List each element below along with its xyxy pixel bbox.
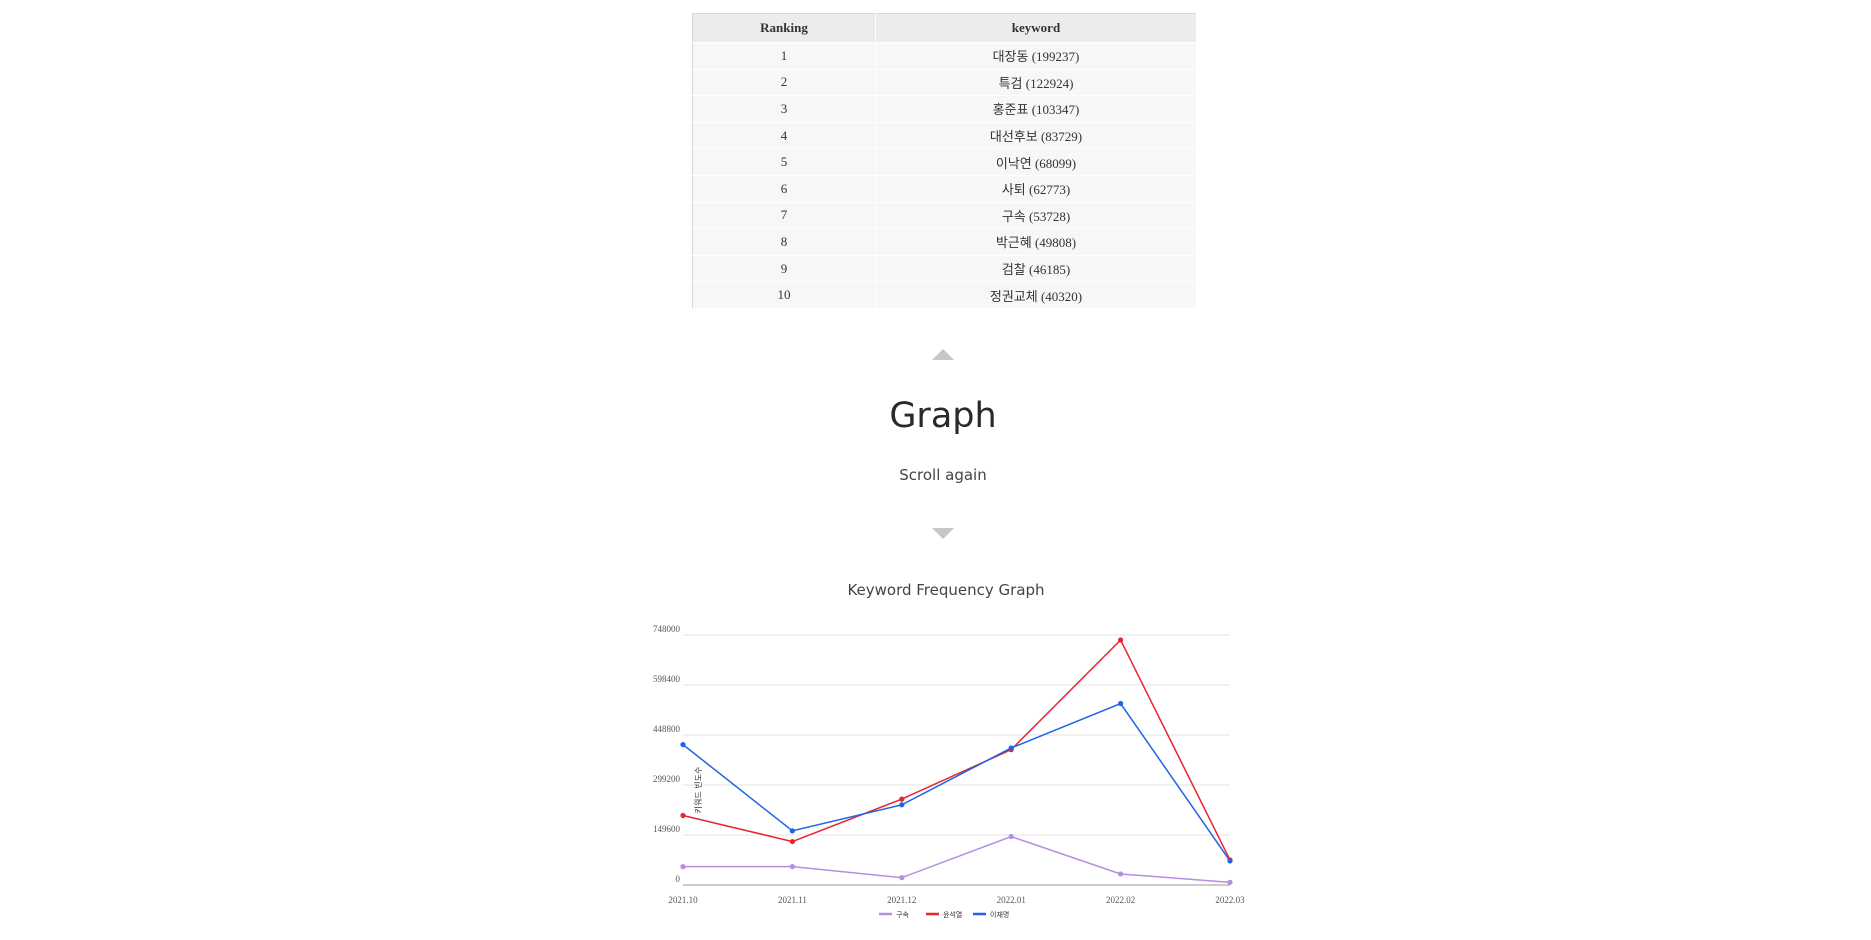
ranking-cell: 9 [692, 255, 876, 283]
keyword-cell: 정권교체 (40320) [875, 281, 1197, 309]
data-point [789, 828, 795, 834]
keyword-cell: 사퇴 (62773) [875, 175, 1197, 203]
ranking-cell: 8 [692, 228, 876, 256]
table-row: 10 정권교체 (40320) [692, 281, 1197, 309]
table-row: 2 특검 (122924) [692, 69, 1197, 97]
legend-item[interactable]: 이재명 [973, 910, 1009, 919]
data-point [899, 796, 905, 802]
table-row: 9 검찰 (46185) [692, 255, 1197, 283]
chart-title: Keyword Frequency Graph [847, 581, 1044, 599]
data-point [1008, 833, 1014, 840]
table-row: 6 사퇴 (62773) [692, 175, 1197, 203]
table-header-row: Ranking keyword [692, 13, 1197, 43]
x-tick-label: 2022.02 [1106, 895, 1135, 905]
legend-item[interactable]: 구속 [879, 911, 909, 919]
ranking-cell: 1 [692, 42, 876, 70]
ranking-cell: 7 [692, 202, 876, 230]
triangle-down-icon[interactable] [932, 528, 954, 539]
data-point [1118, 637, 1124, 643]
y-tick-label: 149600 [653, 824, 681, 834]
keyword-cell: 대장동 (199237) [875, 42, 1197, 70]
x-tick-label: 2021.10 [668, 895, 698, 905]
keyword-cell: 검찰 (46185) [875, 255, 1197, 283]
legend-label: 구속 [896, 911, 909, 919]
ranking-cell: 5 [692, 148, 876, 176]
table-row: 4 대선후보 (83729) [692, 122, 1197, 150]
x-tick-label: 2021.11 [778, 895, 807, 905]
x-tick-label: 2021.12 [887, 895, 916, 905]
data-point [680, 812, 686, 819]
data-point [1008, 745, 1014, 751]
keyword-cell: 구속 (53728) [875, 202, 1197, 230]
table-row: 3 홍준표 (103347) [692, 95, 1197, 123]
data-point [789, 838, 795, 845]
data-point [1118, 871, 1124, 877]
data-point [680, 742, 686, 748]
y-tick-label: 598400 [653, 674, 681, 684]
legend-label: 이재명 [990, 910, 1009, 919]
y-axis-label: 키워드 빈도수 [694, 767, 703, 814]
keyword-cell: 박근혜 (49808) [875, 228, 1197, 256]
data-point [789, 864, 795, 870]
y-tick-label: 448800 [653, 724, 681, 734]
section-subtitle: Scroll again [899, 466, 987, 484]
keyword-cell: 홍준표 (103347) [875, 95, 1197, 123]
table-row: 5 이낙연 (68099) [692, 148, 1197, 176]
data-point [1227, 879, 1233, 885]
data-point [899, 875, 905, 881]
ranking-cell: 2 [692, 69, 876, 97]
table-row: 1 대장동 (199237) [692, 42, 1197, 70]
table-row: 8 박근혜 (49808) [692, 228, 1197, 256]
legend-label: 윤석열 [943, 910, 962, 919]
y-tick-label: 299200 [653, 774, 681, 784]
ranking-cell: 4 [692, 122, 876, 150]
keyword-cell: 특검 (122924) [875, 69, 1197, 97]
section-title: Graph [889, 396, 997, 436]
keyword-frequency-chart: Keyword Frequency Graph 0 149600 299200 448… [653, 581, 1245, 919]
keyword-cell: 대선후보 (83729) [875, 122, 1197, 150]
y-tick-label: 0 [676, 874, 681, 884]
table-row: 7 구속 (53728) [692, 202, 1197, 230]
x-tick-label: 2022.03 [1215, 895, 1245, 905]
data-point [899, 802, 905, 808]
keyword-cell: 이낙연 (68099) [875, 148, 1197, 176]
legend-item[interactable]: 윤석열 [926, 910, 962, 919]
data-point [1227, 858, 1233, 864]
ranking-cell: 3 [692, 95, 876, 123]
x-tick-label: 2022.01 [997, 895, 1026, 905]
series-line-1 [682, 638, 1231, 861]
header-keyword: keyword [875, 13, 1197, 43]
ranking-table: Ranking keyword 1 대장동 (199237) 2 특검 (122924… [692, 13, 1197, 309]
data-point [680, 864, 686, 870]
y-tick-label: 748000 [653, 624, 681, 634]
ranking-cell: 6 [692, 175, 876, 203]
series-line-0 [683, 835, 1231, 884]
series-line-2 [682, 702, 1231, 862]
header-ranking: Ranking [692, 13, 876, 43]
ranking-cell: 10 [692, 281, 876, 309]
triangle-up-icon[interactable] [932, 349, 954, 360]
data-point [1118, 700, 1124, 707]
